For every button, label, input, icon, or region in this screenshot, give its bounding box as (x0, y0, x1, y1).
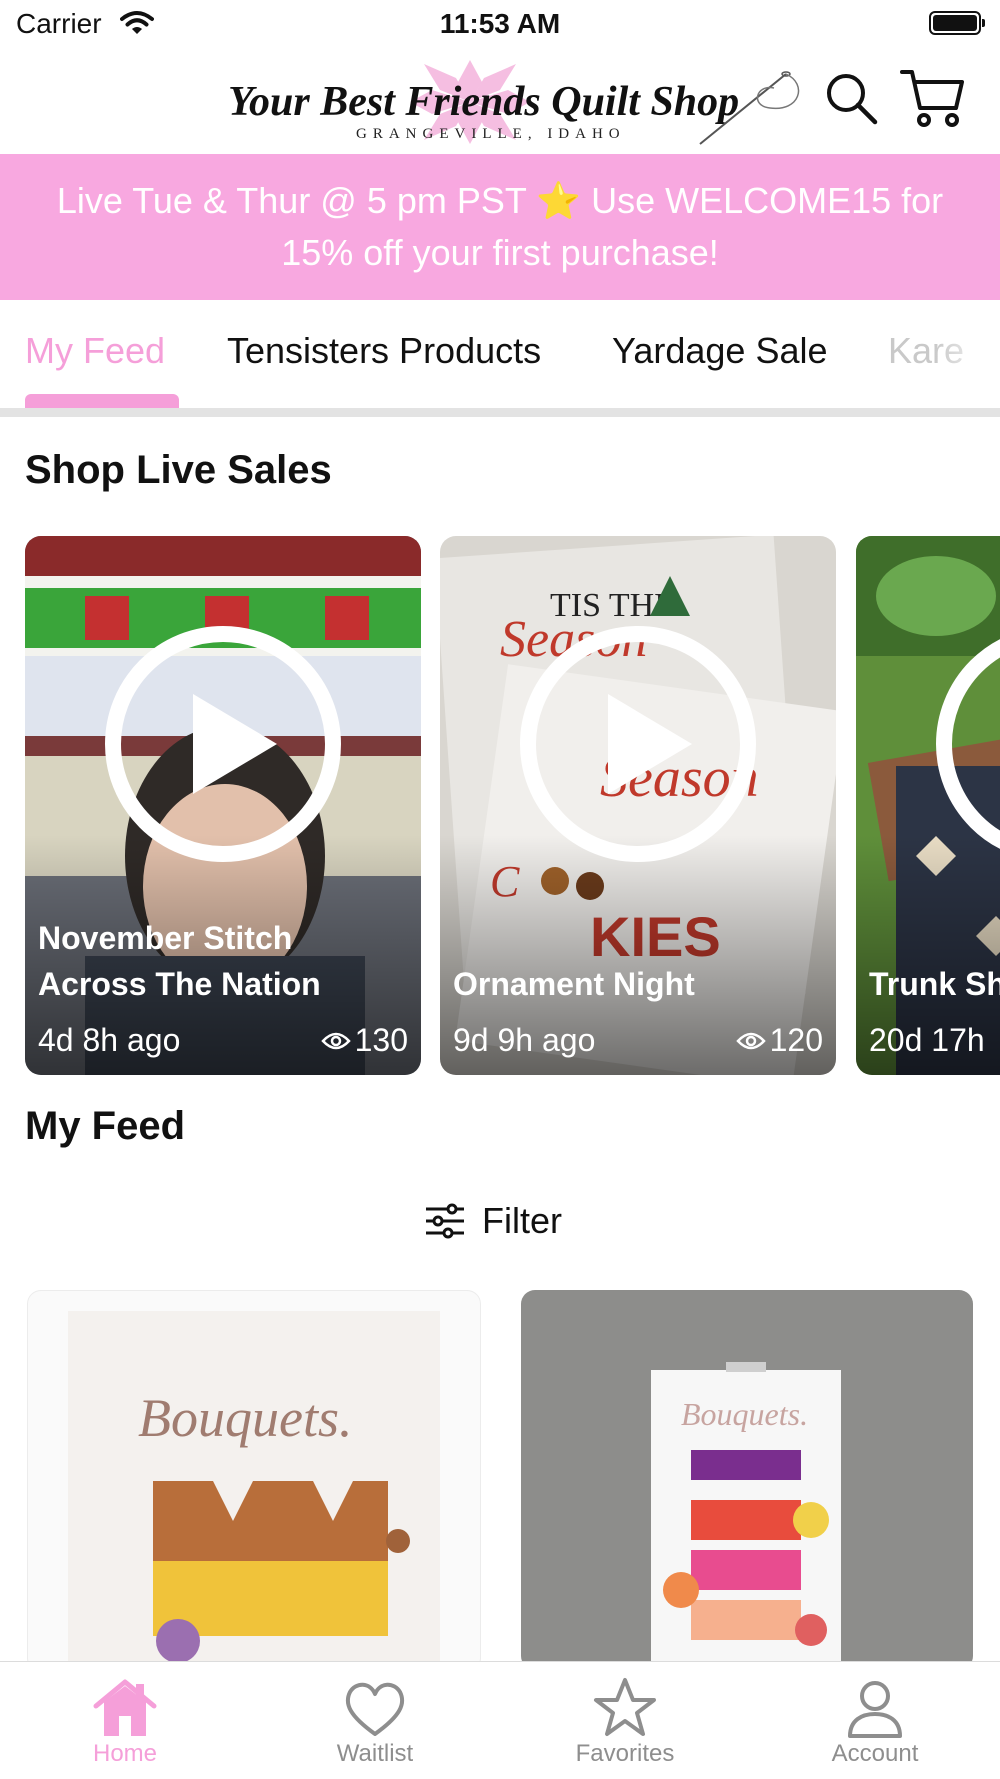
star-icon (594, 1678, 656, 1736)
eye-icon (320, 1032, 351, 1049)
tab-home[interactable]: Home (0, 1662, 250, 1779)
my-feed-heading: My Feed (25, 1104, 186, 1148)
live-sale-card[interactable]: November Stitch Across The Nation 4d 8h … (25, 536, 421, 1075)
clock-time: 11:53 AM (439, 8, 561, 39)
live-sale-title: Ornament Night (453, 966, 695, 1002)
home-icon (93, 1679, 157, 1736)
product-image: Bouquets. (68, 1311, 440, 1671)
product-card[interactable]: Bouquets. (521, 1290, 973, 1670)
view-count-value: 130 (354, 1022, 408, 1058)
product-image: Bouquets. (651, 1362, 841, 1670)
tab-yardage-sale[interactable]: Yardage Sale (612, 330, 828, 372)
live-sale-title: November Stitch Across The Nation (38, 920, 321, 1002)
tab-favorites-label: Favorites (575, 1740, 675, 1767)
promo-text: Live Tue & Thur @ 5 pm PST ⭐ Use WELCOME… (56, 180, 944, 273)
app-header: Your Best Friends Quilt Shop GRANGEVILLE… (0, 50, 1000, 154)
live-sale-age: 9d 9h ago (453, 1022, 596, 1058)
view-count-value: 120 (769, 1022, 823, 1058)
filter-button[interactable]: Filter (424, 1196, 562, 1246)
tab-tensisters-products[interactable]: Tensisters Products (227, 330, 541, 372)
sliders-icon (426, 1203, 464, 1239)
active-tab-indicator (25, 394, 179, 408)
view-count: 130 (320, 1022, 408, 1059)
tab-favorites[interactable]: Favorites (500, 1662, 750, 1779)
battery-icon (929, 11, 985, 35)
play-icon[interactable] (101, 622, 345, 866)
person-icon (848, 1681, 902, 1738)
status-bar: Carrier 11:53 AM (0, 0, 1000, 50)
search-icon[interactable] (823, 70, 879, 126)
product-image-text: Bouquets. (138, 1388, 352, 1448)
heart-icon (345, 1682, 405, 1736)
tab-account-label: Account (831, 1740, 919, 1767)
live-sale-age: 20d 17h (869, 1022, 985, 1058)
product-image-text: Bouquets. (681, 1396, 808, 1432)
tabs-divider (0, 408, 1000, 417)
cart-icon[interactable] (900, 68, 964, 128)
logo-title: Your Best Friends Quilt Shop (228, 79, 740, 125)
logo-subtitle: GRANGEVILLE, IDAHO (356, 126, 626, 142)
live-sale-age: 4d 8h ago (38, 1022, 181, 1058)
tab-account[interactable]: Account (750, 1662, 1000, 1779)
promo-banner[interactable]: Live Tue & Thur @ 5 pm PST ⭐ Use WELCOME… (0, 154, 1000, 300)
shop-logo[interactable]: Your Best Friends Quilt Shop GRANGEVILLE… (220, 56, 800, 146)
live-sale-card[interactable]: Trunk Sh Karen W 20d 17h (856, 536, 1000, 1075)
live-sales-heading: Shop Live Sales (25, 448, 332, 492)
tab-waitlist[interactable]: Waitlist (250, 1662, 500, 1779)
tab-my-feed[interactable]: My Feed (25, 330, 165, 372)
play-icon[interactable] (932, 622, 1000, 866)
tab-home-label: Home (92, 1740, 158, 1767)
live-sales-carousel[interactable]: November Stitch Across The Nation 4d 8h … (0, 536, 1000, 1076)
eye-icon (735, 1032, 766, 1049)
tab-waitlist-label: Waitlist (336, 1740, 414, 1767)
filter-label: Filter (482, 1200, 562, 1241)
tabs-fade (935, 300, 1000, 400)
needle-thread-icon (699, 71, 800, 145)
view-count: 120 (735, 1022, 823, 1059)
live-sale-title: Trunk Sh Karen W (869, 966, 1000, 1002)
category-tabs: My Feed Tensisters Products Yardage Sale… (0, 300, 1000, 418)
bottom-tab-bar: Home Waitlist Favorites Account (0, 1661, 1000, 1779)
live-sale-card[interactable]: TIS THE Season Season C KIES Ornament Ni… (440, 536, 836, 1075)
product-card[interactable]: Bouquets. (27, 1290, 481, 1672)
play-icon[interactable] (516, 622, 760, 866)
